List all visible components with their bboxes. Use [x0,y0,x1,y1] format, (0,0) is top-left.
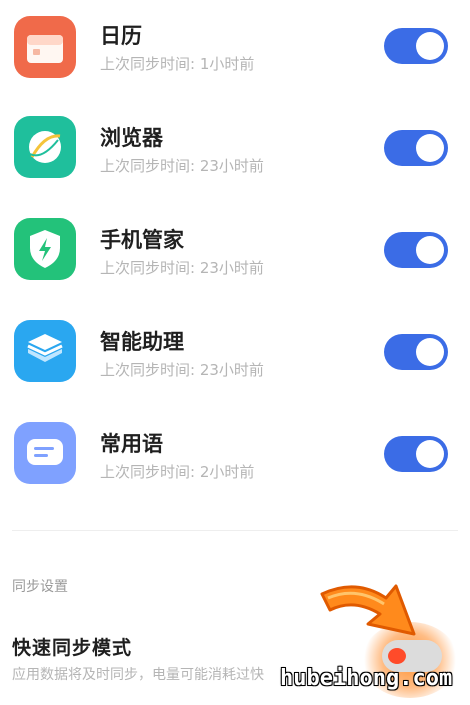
toggle-knob [416,134,444,162]
app-name: 手机管家 [100,228,184,252]
last-sync-time: 上次同步时间: 23小时前 [100,361,264,379]
app-row-common-phrases: 常用语 上次同步时间: 2小时前 [0,408,470,510]
sync-toggle-common-phrases[interactable] [384,436,448,472]
shield-icon [14,218,76,280]
message-icon [14,422,76,484]
watermark: hubeihong.com [280,666,453,691]
toggle-knob [416,236,444,264]
app-row-phone-manager: 手机管家 上次同步时间: 23小时前 [0,204,470,306]
toggle-knob [416,338,444,366]
toggle-knob [416,32,444,60]
sync-toggle-browser[interactable] [384,130,448,166]
last-sync-time: 上次同步时间: 23小时前 [100,259,264,277]
sync-toggle-calendar[interactable] [384,28,448,64]
last-sync-time: 上次同步时间: 1小时前 [100,55,255,73]
app-name: 智能助理 [100,330,184,354]
layers-icon [14,320,76,382]
browser-icon [14,116,76,178]
toggle-knob [416,440,444,468]
app-row-calendar: 日历 上次同步时间: 1小时前 [0,0,470,102]
app-name: 常用语 [100,432,163,456]
section-label: 同步设置 [12,579,68,595]
fast-sync-title: 快速同步模式 [12,637,133,659]
last-sync-time: 上次同步时间: 2小时前 [100,463,255,481]
calendar-icon [14,16,76,78]
app-row-browser: 浏览器 上次同步时间: 23小时前 [0,102,470,204]
fast-sync-description: 应用数据将及时同步，电量可能消耗过快 [12,667,264,683]
app-name: 浏览器 [100,126,163,150]
sync-toggle-phone-manager[interactable] [384,232,448,268]
arrow-icon [320,584,416,636]
divider [12,530,458,531]
sync-toggle-smart-assistant[interactable] [384,334,448,370]
app-name: 日历 [100,24,142,48]
last-sync-time: 上次同步时间: 23小时前 [100,157,264,175]
app-row-smart-assistant: 智能助理 上次同步时间: 23小时前 [0,306,470,408]
